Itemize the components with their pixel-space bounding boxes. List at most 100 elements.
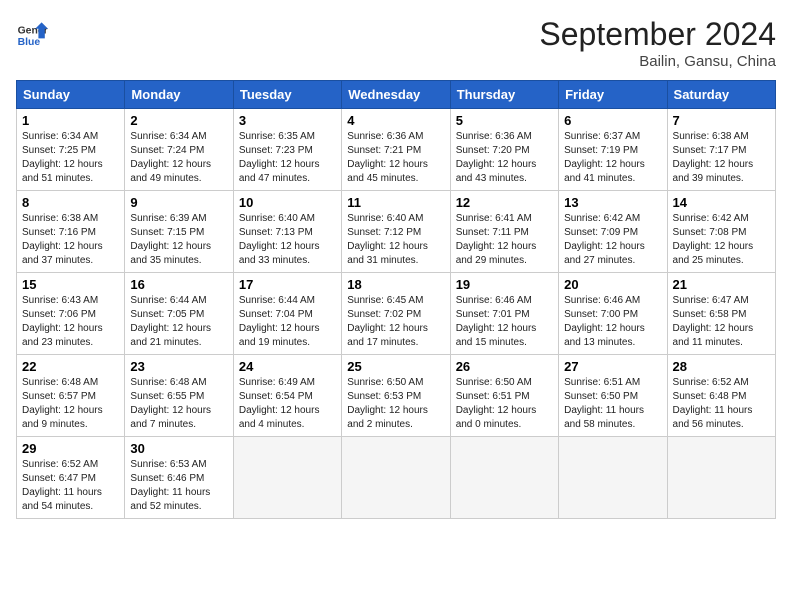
day-number: 3 [239, 113, 336, 128]
table-row: 13 Sunrise: 6:42 AMSunset: 7:09 PMDaylig… [559, 191, 667, 273]
table-row: 30 Sunrise: 6:53 AMSunset: 6:46 PMDaylig… [125, 437, 233, 519]
cell-info: Sunrise: 6:35 AMSunset: 7:23 PMDaylight:… [239, 131, 320, 184]
day-number: 15 [22, 277, 119, 292]
col-thursday: Thursday [450, 81, 558, 109]
day-number: 29 [22, 441, 119, 456]
logo-icon: General Blue [16, 16, 48, 48]
table-row: 2 Sunrise: 6:34 AMSunset: 7:24 PMDayligh… [125, 109, 233, 191]
location: Bailin, Gansu, China [539, 53, 776, 70]
table-row: 16 Sunrise: 6:44 AMSunset: 7:05 PMDaylig… [125, 273, 233, 355]
cell-info: Sunrise: 6:40 AMSunset: 7:13 PMDaylight:… [239, 213, 320, 266]
day-number: 1 [22, 113, 119, 128]
cell-info: Sunrise: 6:34 AMSunset: 7:24 PMDaylight:… [130, 131, 211, 184]
table-row: 12 Sunrise: 6:41 AMSunset: 7:11 PMDaylig… [450, 191, 558, 273]
table-row: 10 Sunrise: 6:40 AMSunset: 7:13 PMDaylig… [233, 191, 341, 273]
day-number: 2 [130, 113, 227, 128]
table-row: 6 Sunrise: 6:37 AMSunset: 7:19 PMDayligh… [559, 109, 667, 191]
day-number: 21 [673, 277, 770, 292]
cell-info: Sunrise: 6:51 AMSunset: 6:50 PMDaylight:… [564, 377, 644, 430]
day-number: 11 [347, 195, 444, 210]
table-row [667, 437, 775, 519]
day-number: 28 [673, 359, 770, 374]
page-header: General Blue September 2024 Bailin, Gans… [16, 16, 776, 70]
month-title: September 2024 [539, 16, 776, 53]
cell-info: Sunrise: 6:52 AMSunset: 6:48 PMDaylight:… [673, 377, 753, 430]
day-number: 22 [22, 359, 119, 374]
cell-info: Sunrise: 6:39 AMSunset: 7:15 PMDaylight:… [130, 213, 211, 266]
calendar-week-1: 8 Sunrise: 6:38 AMSunset: 7:16 PMDayligh… [17, 191, 776, 273]
day-number: 20 [564, 277, 661, 292]
day-number: 10 [239, 195, 336, 210]
table-row [342, 437, 450, 519]
table-row: 25 Sunrise: 6:50 AMSunset: 6:53 PMDaylig… [342, 355, 450, 437]
day-number: 9 [130, 195, 227, 210]
day-number: 4 [347, 113, 444, 128]
col-saturday: Saturday [667, 81, 775, 109]
table-row: 20 Sunrise: 6:46 AMSunset: 7:00 PMDaylig… [559, 273, 667, 355]
cell-info: Sunrise: 6:50 AMSunset: 6:53 PMDaylight:… [347, 377, 428, 430]
day-number: 30 [130, 441, 227, 456]
table-row: 29 Sunrise: 6:52 AMSunset: 6:47 PMDaylig… [17, 437, 125, 519]
cell-info: Sunrise: 6:45 AMSunset: 7:02 PMDaylight:… [347, 295, 428, 348]
table-row: 3 Sunrise: 6:35 AMSunset: 7:23 PMDayligh… [233, 109, 341, 191]
cell-info: Sunrise: 6:40 AMSunset: 7:12 PMDaylight:… [347, 213, 428, 266]
day-number: 14 [673, 195, 770, 210]
day-number: 25 [347, 359, 444, 374]
day-number: 8 [22, 195, 119, 210]
day-number: 23 [130, 359, 227, 374]
day-number: 24 [239, 359, 336, 374]
cell-info: Sunrise: 6:48 AMSunset: 6:55 PMDaylight:… [130, 377, 211, 430]
day-number: 26 [456, 359, 553, 374]
cell-info: Sunrise: 6:38 AMSunset: 7:16 PMDaylight:… [22, 213, 103, 266]
calendar-week-3: 22 Sunrise: 6:48 AMSunset: 6:57 PMDaylig… [17, 355, 776, 437]
table-row: 15 Sunrise: 6:43 AMSunset: 7:06 PMDaylig… [17, 273, 125, 355]
table-row: 5 Sunrise: 6:36 AMSunset: 7:20 PMDayligh… [450, 109, 558, 191]
col-sunday: Sunday [17, 81, 125, 109]
header-row: Sunday Monday Tuesday Wednesday Thursday… [17, 81, 776, 109]
table-row: 24 Sunrise: 6:49 AMSunset: 6:54 PMDaylig… [233, 355, 341, 437]
cell-info: Sunrise: 6:44 AMSunset: 7:04 PMDaylight:… [239, 295, 320, 348]
table-row [450, 437, 558, 519]
table-row: 9 Sunrise: 6:39 AMSunset: 7:15 PMDayligh… [125, 191, 233, 273]
table-row: 26 Sunrise: 6:50 AMSunset: 6:51 PMDaylig… [450, 355, 558, 437]
col-monday: Monday [125, 81, 233, 109]
day-number: 13 [564, 195, 661, 210]
cell-info: Sunrise: 6:50 AMSunset: 6:51 PMDaylight:… [456, 377, 537, 430]
table-row: 23 Sunrise: 6:48 AMSunset: 6:55 PMDaylig… [125, 355, 233, 437]
col-tuesday: Tuesday [233, 81, 341, 109]
title-block: September 2024 Bailin, Gansu, China [539, 16, 776, 70]
table-row: 19 Sunrise: 6:46 AMSunset: 7:01 PMDaylig… [450, 273, 558, 355]
table-row: 28 Sunrise: 6:52 AMSunset: 6:48 PMDaylig… [667, 355, 775, 437]
cell-info: Sunrise: 6:34 AMSunset: 7:25 PMDaylight:… [22, 131, 103, 184]
day-number: 12 [456, 195, 553, 210]
cell-info: Sunrise: 6:38 AMSunset: 7:17 PMDaylight:… [673, 131, 754, 184]
day-number: 18 [347, 277, 444, 292]
table-row: 17 Sunrise: 6:44 AMSunset: 7:04 PMDaylig… [233, 273, 341, 355]
day-number: 17 [239, 277, 336, 292]
cell-info: Sunrise: 6:46 AMSunset: 7:01 PMDaylight:… [456, 295, 537, 348]
table-row: 18 Sunrise: 6:45 AMSunset: 7:02 PMDaylig… [342, 273, 450, 355]
table-row: 14 Sunrise: 6:42 AMSunset: 7:08 PMDaylig… [667, 191, 775, 273]
cell-info: Sunrise: 6:46 AMSunset: 7:00 PMDaylight:… [564, 295, 645, 348]
calendar-week-4: 29 Sunrise: 6:52 AMSunset: 6:47 PMDaylig… [17, 437, 776, 519]
day-number: 27 [564, 359, 661, 374]
cell-info: Sunrise: 6:44 AMSunset: 7:05 PMDaylight:… [130, 295, 211, 348]
table-row: 22 Sunrise: 6:48 AMSunset: 6:57 PMDaylig… [17, 355, 125, 437]
cell-info: Sunrise: 6:36 AMSunset: 7:21 PMDaylight:… [347, 131, 428, 184]
cell-info: Sunrise: 6:42 AMSunset: 7:08 PMDaylight:… [673, 213, 754, 266]
cell-info: Sunrise: 6:52 AMSunset: 6:47 PMDaylight:… [22, 459, 102, 512]
day-number: 7 [673, 113, 770, 128]
cell-info: Sunrise: 6:42 AMSunset: 7:09 PMDaylight:… [564, 213, 645, 266]
day-number: 6 [564, 113, 661, 128]
day-number: 16 [130, 277, 227, 292]
table-row: 8 Sunrise: 6:38 AMSunset: 7:16 PMDayligh… [17, 191, 125, 273]
day-number: 19 [456, 277, 553, 292]
cell-info: Sunrise: 6:47 AMSunset: 6:58 PMDaylight:… [673, 295, 754, 348]
day-number: 5 [456, 113, 553, 128]
cell-info: Sunrise: 6:41 AMSunset: 7:11 PMDaylight:… [456, 213, 537, 266]
table-row: 4 Sunrise: 6:36 AMSunset: 7:21 PMDayligh… [342, 109, 450, 191]
calendar-table: Sunday Monday Tuesday Wednesday Thursday… [16, 80, 776, 519]
logo: General Blue [16, 16, 48, 48]
cell-info: Sunrise: 6:53 AMSunset: 6:46 PMDaylight:… [130, 459, 210, 512]
cell-info: Sunrise: 6:36 AMSunset: 7:20 PMDaylight:… [456, 131, 537, 184]
